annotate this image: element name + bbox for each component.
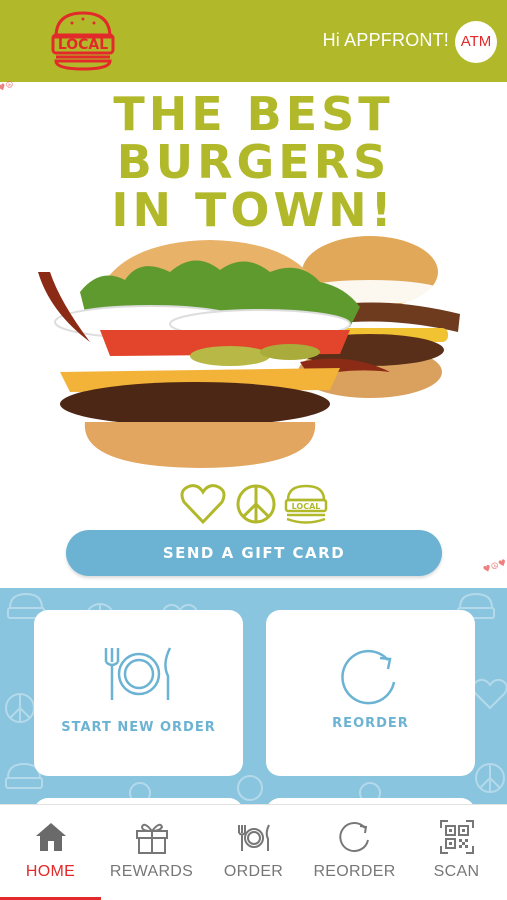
tab-home[interactable]: HOME	[0, 805, 101, 900]
side-stamp-decoration: ♥☮♥	[481, 558, 507, 576]
start-new-order-label: START NEW ORDER	[61, 720, 216, 735]
user-avatar[interactable]: ATM	[455, 21, 497, 63]
tab-rewards[interactable]: REWARDS	[101, 805, 202, 900]
tab-label: ORDER	[223, 863, 284, 880]
tab-order[interactable]: ORDER	[203, 805, 304, 900]
reorder-card[interactable]: REORDER	[266, 610, 475, 776]
headline-line: BURGERS	[116, 135, 391, 189]
qr-code-icon	[440, 820, 474, 854]
bottom-tab-bar: HOME REWARDS ORDER REORDER SCAN	[0, 804, 507, 900]
svg-text:LOCAL: LOCAL	[292, 502, 321, 511]
send-gift-card-button[interactable]: SEND A GIFT CARD	[66, 530, 442, 576]
peace-icon	[236, 484, 276, 524]
tab-label: REORDER	[313, 863, 396, 880]
reorder-icon	[339, 822, 369, 853]
reorder-circle-icon	[341, 649, 396, 705]
gift-icon	[136, 823, 168, 854]
tab-label: REWARDS	[109, 863, 194, 880]
headline-line: IN TOWN!	[111, 183, 396, 237]
greeting-text: Hi APPFRONT!	[322, 30, 449, 50]
tab-scan[interactable]: SCAN	[406, 805, 507, 900]
local-logo[interactable]: LOCAL	[50, 9, 116, 73]
hero-headline: THE BEST BURGERS IN TOWN!	[0, 90, 507, 234]
home-icon	[36, 823, 66, 851]
logo-text: LOCAL	[58, 37, 108, 53]
action-panel: START NEW ORDER REORDER	[0, 588, 507, 804]
headline-line: THE BEST	[113, 87, 394, 141]
home-screen: LOCAL Hi APPFRONT! ATM ♥☮ ♥☮♥ THE BEST B…	[0, 0, 507, 900]
tab-label: HOME	[25, 863, 76, 880]
plate-cutlery-icon	[238, 824, 270, 851]
tab-reorder[interactable]: REORDER	[304, 805, 405, 900]
hero-banner: ♥☮ ♥☮♥ THE BEST BURGERS IN TOWN! LOCAL S…	[0, 80, 507, 592]
tab-label: SCAN	[433, 863, 480, 880]
burger-photo	[38, 236, 460, 468]
start-new-order-card[interactable]: START NEW ORDER	[34, 610, 243, 776]
brand-badges: LOCAL	[180, 484, 328, 525]
heart-icon	[180, 484, 226, 525]
local-burger-icon: LOCAL	[284, 484, 328, 524]
app-header: LOCAL Hi APPFRONT! ATM	[0, 0, 507, 82]
reorder-label: REORDER	[332, 716, 409, 731]
plate-cutlery-icon	[104, 647, 172, 700]
